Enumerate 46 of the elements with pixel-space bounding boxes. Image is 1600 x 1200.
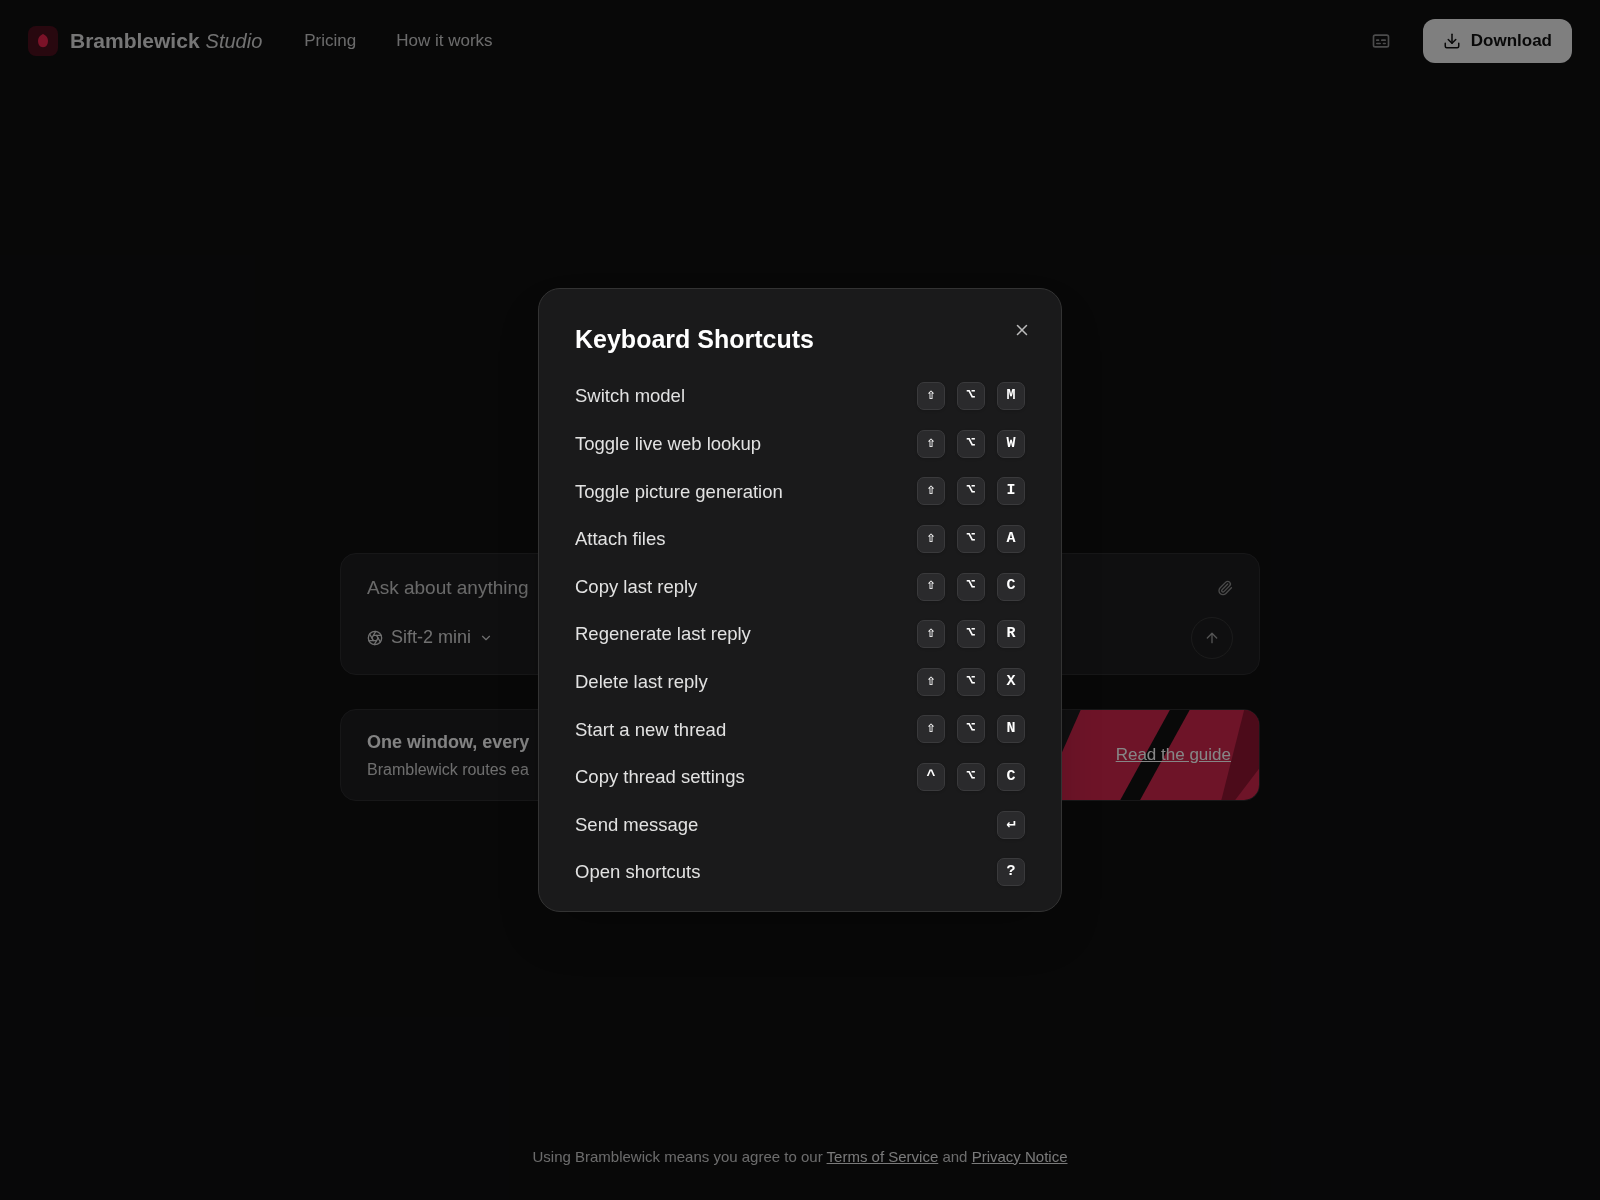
shortcut-label: Attach files [575, 527, 666, 552]
shortcut-label: Send message [575, 812, 699, 837]
shortcut-label: Delete last reply [575, 670, 708, 694]
shortcut-label: Regenerate last reply [575, 622, 751, 647]
key-cap: ⌥ [957, 572, 985, 601]
key-cap: W [997, 429, 1025, 458]
key-cap: ⌥ [957, 715, 985, 744]
key-cap: ⇧ [917, 620, 945, 649]
key-cap: ⌥ [957, 382, 985, 411]
dialog-title: Keyboard Shortcuts [575, 324, 814, 355]
banner-title: One window, every [367, 730, 530, 754]
key-cap: X [997, 667, 1025, 696]
key-cap: ⌥ [957, 429, 985, 458]
brand-name: Bramblewick [70, 28, 200, 55]
key-cap: C [997, 763, 1025, 792]
key-cap: N [997, 715, 1025, 744]
banner-text: Bramblewick routes ea [367, 759, 529, 780]
key-cap: ⇧ [917, 525, 945, 554]
key-cap: ? [997, 858, 1025, 887]
key-cap: ⇧ [917, 382, 945, 411]
key-cap: ⌥ [957, 620, 985, 649]
key-cap: ⇧ [917, 715, 945, 744]
shortcut-label: Start a new thread [575, 717, 727, 742]
brand-suffix: Studio [205, 29, 263, 54]
key-cap: ⇧ [917, 477, 945, 506]
legal-notice: Using Bramblewick means you agree to our Terms of Service and Privacy Notice [532, 1146, 1068, 1167]
key-cap: I [997, 477, 1025, 506]
key-cap: C [997, 572, 1025, 601]
key-cap: M [997, 382, 1025, 411]
key-cap: ⌥ [957, 525, 985, 554]
key-cap: ⇧ [917, 667, 945, 696]
key-cap: ⌥ [957, 667, 985, 696]
shortcut-label: Copy last reply [575, 574, 698, 599]
shortcut-label: Switch model [575, 384, 685, 409]
key-cap: A [997, 525, 1025, 554]
key-cap: ^ [917, 763, 945, 792]
key-cap: ⌥ [957, 763, 985, 792]
shortcut-label: Toggle picture generation [575, 479, 783, 504]
key-cap: ↵ [997, 810, 1025, 839]
key-cap: R [997, 620, 1025, 649]
key-cap: ⇧ [917, 572, 945, 601]
shortcut-label: Open shortcuts [575, 860, 701, 885]
key-cap: ⇧ [917, 429, 945, 458]
shortcut-label: Toggle live web lookup [575, 432, 762, 456]
shortcut-label: Copy thread settings [575, 765, 745, 790]
key-cap: ⌥ [957, 477, 985, 506]
